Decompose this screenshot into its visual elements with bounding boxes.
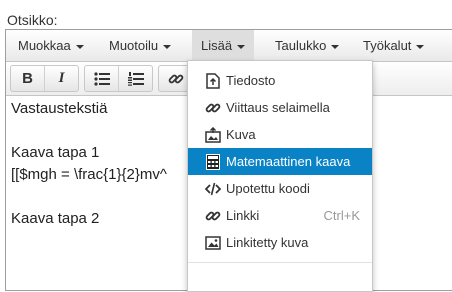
menu-item-kuva[interactable]: Kuva — [188, 121, 372, 148]
italic-button[interactable]: I — [44, 66, 78, 91]
menu-item-label: Upotettu koodi — [226, 181, 310, 196]
menu-item-label: Viittaus selaimella — [226, 100, 330, 115]
menu-item-label: Linkitetty kuva — [226, 235, 309, 250]
list-group — [84, 65, 153, 92]
bullet-list-icon — [93, 71, 110, 86]
menu-lisaa[interactable]: Lisää — [192, 30, 255, 61]
menu-label: Lisää — [201, 38, 233, 53]
menu-item-viittaus-selaimella[interactable]: Viittaus selaimella — [188, 94, 372, 121]
menubar: Muokkaa Muotoilu Lisää Taulukko Työkalut — [6, 30, 452, 62]
menu-muotoilu[interactable]: Muotoilu — [100, 30, 180, 61]
menu-item-label: Linkki — [226, 208, 260, 223]
menu-label: Muokkaa — [18, 38, 71, 53]
link-icon — [205, 208, 221, 224]
bold-icon: B — [22, 70, 33, 87]
menu-item-linkki[interactable]: Linkki Ctrl+K — [188, 202, 372, 229]
menu-item-label: Tiedosto — [226, 73, 276, 88]
link-icon — [168, 74, 183, 83]
italic-icon: I — [58, 70, 65, 86]
menu-divider — [188, 262, 372, 263]
link-icon — [205, 100, 221, 116]
menu-item-upotettu-koodi[interactable]: Upotettu koodi — [188, 175, 372, 202]
chevron-down-icon — [163, 44, 172, 49]
image-icon — [205, 235, 221, 251]
bullet-list-button[interactable] — [85, 66, 118, 91]
numbered-list-button[interactable] — [118, 66, 152, 91]
code-icon — [205, 181, 221, 197]
menu-tyokalut[interactable]: Työkalut — [354, 30, 433, 61]
menu-item-matemaattinen-kaava[interactable]: Matemaattinen kaava — [188, 148, 372, 175]
image-upload-icon — [205, 126, 221, 143]
chevron-down-icon — [416, 44, 425, 49]
menu-label: Työkalut — [363, 38, 412, 53]
shortcut-hint: Ctrl+K — [323, 208, 360, 223]
menu-label: Taulukko — [275, 38, 327, 53]
menu-taulukko[interactable]: Taulukko — [266, 30, 348, 61]
menu-item-tiedosto[interactable]: Tiedosto — [188, 67, 372, 94]
chevron-down-icon — [237, 44, 246, 49]
format-group: B I — [10, 65, 79, 92]
menu-muokkaa[interactable]: Muokkaa — [9, 30, 93, 61]
bold-button[interactable]: B — [11, 66, 44, 91]
menu-label: Muotoilu — [109, 38, 159, 53]
menu-item-label: Matemaattinen kaava — [226, 154, 351, 169]
chevron-down-icon — [331, 44, 340, 49]
numbered-list-icon — [127, 71, 144, 86]
menu-item-label: Kuva — [226, 127, 256, 142]
chevron-down-icon — [75, 44, 84, 49]
insert-menu-dropdown: Tiedosto Viittaus selaimella Kuva Matema… — [187, 60, 373, 292]
file-icon — [205, 72, 221, 89]
formula-icon — [205, 153, 221, 170]
menu-item-linkitetty-kuva[interactable]: Linkitetty kuva — [188, 229, 372, 256]
title-label: Otsikko: — [7, 12, 58, 28]
